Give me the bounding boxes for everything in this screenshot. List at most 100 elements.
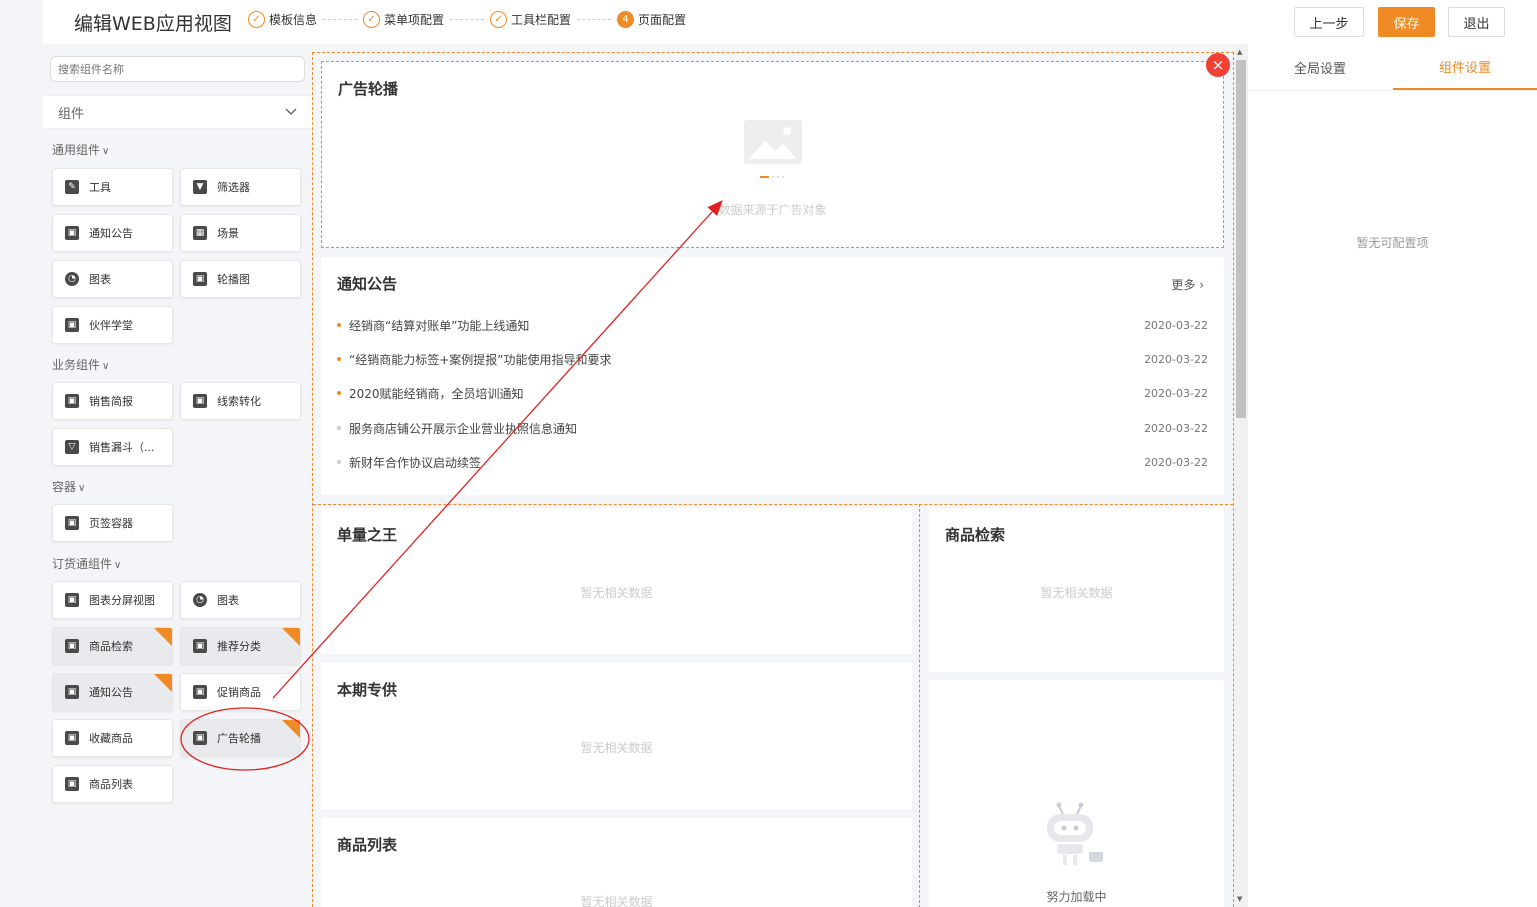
settings-panel: 全局设置 组件设置 暂无可配置项 <box>1248 44 1537 907</box>
tab-component-settings[interactable]: 组件设置 <box>1393 44 1537 90</box>
card-title: 商品检索 <box>945 526 1006 544</box>
product-list-card[interactable]: 商品列表 暂无相关数据 <box>321 818 912 907</box>
step-connector <box>450 19 485 20</box>
notice-item[interactable]: 经销商“结算对账单”功能上线通知 2020-03-22 <box>337 315 1208 335</box>
card-title: 单量之王 <box>337 526 398 544</box>
widget-icon: ▣ <box>193 685 207 699</box>
component-chart-split-view[interactable]: ▣ 图表分屏视图 <box>52 581 173 619</box>
data-source-text: 数据来源于广告对象 <box>718 203 827 217</box>
component-notice[interactable]: ▣ 通知公告 <box>52 214 173 252</box>
bullet-icon <box>337 426 341 430</box>
card-title: 广告轮播 <box>338 80 399 98</box>
widget-icon: ▣ <box>65 685 79 699</box>
chevron-down-icon: ∨ <box>114 560 122 571</box>
notice-item[interactable]: “经销商能力标签+案例提报”功能使用指导和要求 2020-03-22 <box>337 349 1208 369</box>
component-favorite-products[interactable]: ▣ 收藏商品 <box>52 719 173 757</box>
category-select-label: 组件 <box>58 106 85 122</box>
step-label: 菜单项配置 <box>384 13 445 27</box>
empty-text: 暂无相关数据 <box>580 741 653 755</box>
card-title: 通知公告 <box>337 275 398 293</box>
group-title-business[interactable]: 业务组件 ∨ <box>52 356 109 373</box>
chevron-down-icon: ∨ <box>102 361 110 372</box>
added-corner-badge <box>282 628 300 646</box>
save-button[interactable]: 保存 <box>1378 7 1435 37</box>
canvas-scrollbar[interactable]: ▲ ▼ <box>1234 44 1248 907</box>
component-product-list[interactable]: ▣ 商品列表 <box>52 765 173 803</box>
bullet-icon <box>337 323 341 327</box>
check-icon: ✓ <box>490 11 508 28</box>
funnel-icon: ▽ <box>65 440 79 454</box>
widget-icon: ▣ <box>65 226 79 240</box>
page-title: 编辑WEB应用视图 <box>74 13 232 35</box>
layout-divider <box>313 504 1233 505</box>
step-progress: ✓ 模板信息 ✓ 菜单项配置 ✓ 工具栏配置 4 页面配置 <box>248 11 686 28</box>
component-tab-container[interactable]: ▣ 页签容器 <box>52 504 173 542</box>
added-corner-badge <box>154 628 172 646</box>
single-king-card[interactable]: 单量之王 暂无相关数据 <box>321 508 912 654</box>
widget-icon: ▣ <box>65 516 79 530</box>
loading-card: 努力加载中 <box>929 680 1224 907</box>
bullet-icon <box>337 391 341 395</box>
component-search-input[interactable] <box>50 56 305 82</box>
component-ad-carousel[interactable]: ▣ 广告轮播 <box>180 719 301 757</box>
carousel-dots <box>760 176 786 179</box>
page-canvas: 广告轮播 数据来源于广告对象 × 通知公告 更多 › 经销商“结算对账单”功能上… <box>312 52 1234 907</box>
empty-text: 暂无相关数据 <box>580 586 653 600</box>
step-menu-config[interactable]: ✓ 菜单项配置 <box>363 11 444 28</box>
image-placeholder-icon <box>743 119 803 173</box>
prev-step-button[interactable]: 上一步 <box>1294 7 1364 37</box>
grid-icon: ▦ <box>193 226 207 240</box>
component-sales-funnel[interactable]: ▽ 销售漏斗（... <box>52 428 173 466</box>
card-title: 本期专供 <box>337 681 398 699</box>
component-chart[interactable]: ◔ 图表 <box>52 260 173 298</box>
check-icon: ✓ <box>363 11 381 28</box>
notice-item[interactable]: 新财年合作协议启动续签 2020-03-22 <box>337 452 1208 472</box>
card-title: 商品列表 <box>337 836 398 854</box>
step-number-icon: 4 <box>617 11 635 28</box>
notice-item[interactable]: 服务商店铺公开展示企业营业执照信息通知 2020-03-22 <box>337 418 1208 438</box>
tab-global-settings[interactable]: 全局设置 <box>1248 44 1392 90</box>
more-link[interactable]: 更多 › <box>1171 276 1204 293</box>
component-sales-brief[interactable]: ▣ 销售简报 <box>52 382 173 420</box>
component-promotion-products[interactable]: ▣ 促销商品 <box>180 673 301 711</box>
step-page-config[interactable]: 4 页面配置 <box>617 11 686 28</box>
widget-icon: ▣ <box>65 318 79 332</box>
added-corner-badge <box>154 674 172 692</box>
current-supply-card[interactable]: 本期专供 暂无相关数据 <box>321 663 912 809</box>
group-title-ordering[interactable]: 订货通组件 ∨ <box>52 555 121 572</box>
component-partner-academy[interactable]: ▣ 伙伴学堂 <box>52 306 173 344</box>
component-lead-conversion[interactable]: ▣ 线索转化 <box>180 382 301 420</box>
notice-item[interactable]: 2020赋能经销商，全员培训通知 2020-03-22 <box>337 383 1208 403</box>
step-connector <box>323 19 358 20</box>
widget-icon: ▣ <box>193 272 207 286</box>
step-template-info[interactable]: ✓ 模板信息 <box>248 11 317 28</box>
filter-icon: ▼ <box>193 180 207 194</box>
component-scene[interactable]: ▦ 场景 <box>180 214 301 252</box>
component-carousel[interactable]: ▣ 轮播图 <box>180 260 301 298</box>
widget-icon: ▣ <box>193 731 207 745</box>
product-search-card[interactable]: 商品检索 暂无相关数据 <box>929 508 1224 672</box>
left-margin <box>0 0 43 907</box>
scrollbar-thumb[interactable] <box>1236 60 1246 418</box>
component-product-search[interactable]: ▣ 商品检索 <box>52 627 173 665</box>
notice-card[interactable]: 通知公告 更多 › 经销商“结算对账单”功能上线通知 2020-03-22 “经销… <box>321 257 1224 495</box>
component-recommended-category[interactable]: ▣ 推荐分类 <box>180 627 301 665</box>
scroll-down-arrow-icon[interactable]: ▼ <box>1237 895 1242 903</box>
group-title-common[interactable]: 通用组件 ∨ <box>52 141 109 158</box>
step-toolbar-config[interactable]: ✓ 工具栏配置 <box>490 11 571 28</box>
component-chart-2[interactable]: ◔ 图表 <box>180 581 301 619</box>
exit-button[interactable]: 退出 <box>1448 7 1505 37</box>
widget-icon: ▣ <box>65 639 79 653</box>
group-title-container[interactable]: 容器 ∨ <box>52 478 85 495</box>
component-tool[interactable]: ✎ 工具 <box>52 168 173 206</box>
ad-carousel-card[interactable]: 广告轮播 数据来源于广告对象 <box>321 61 1224 248</box>
component-category-select[interactable]: 组件 <box>43 95 312 129</box>
scroll-up-arrow-icon[interactable]: ▲ <box>1237 48 1242 56</box>
component-notice-2[interactable]: ▣ 通知公告 <box>52 673 173 711</box>
added-corner-badge <box>282 720 300 738</box>
wrench-icon: ✎ <box>65 180 79 194</box>
widget-icon: ▣ <box>65 394 79 408</box>
component-sidebar: 组件 通用组件∨ ✎工具 ▼筛选器 ▣通知公告 ▦场景 ◔图表 ▣轮播图 ▣伙伴… <box>43 44 312 907</box>
close-icon[interactable]: × <box>1206 53 1230 77</box>
component-filter[interactable]: ▼ 筛选器 <box>180 168 301 206</box>
